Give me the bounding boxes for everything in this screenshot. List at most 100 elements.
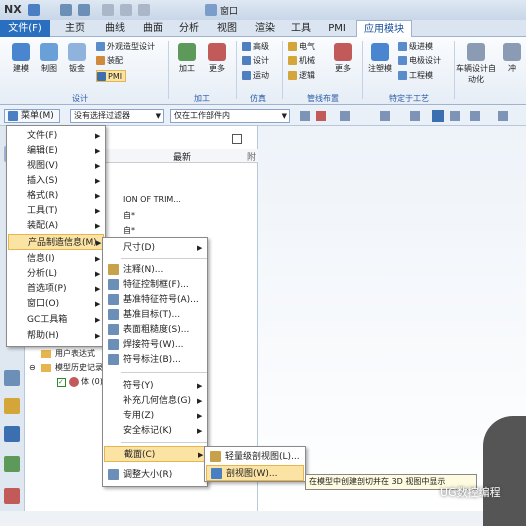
web-browser-icon[interactable] xyxy=(4,488,20,504)
role-icon[interactable] xyxy=(4,398,20,414)
engineering-die-button[interactable]: 工程模 xyxy=(398,70,433,82)
modeling-button[interactable]: 建模 xyxy=(8,43,34,74)
menu-item-fcf[interactable]: 特征控制框(F)... xyxy=(103,277,207,293)
model-part[interactable] xyxy=(483,416,526,526)
menu-item-surface-finish[interactable]: 表面粗糙度(S)... xyxy=(103,322,207,338)
menu-item-gc-toolkit[interactable]: GC工具箱 ▶ xyxy=(7,312,105,328)
tab-tools[interactable]: 工具 xyxy=(286,20,316,37)
menu-item-datum-feature[interactable]: 基准特征符号(A)... xyxy=(103,292,207,308)
menu-item-note[interactable]: 注释(N)... xyxy=(103,262,207,278)
tab-curve[interactable]: 曲线 xyxy=(98,20,132,37)
menu-item-light-section[interactable]: 轻量级剖视图(L)... xyxy=(205,449,305,465)
drafting-button[interactable]: 制图 xyxy=(36,43,62,74)
motion-button[interactable]: 运动 xyxy=(242,70,269,82)
menu-item-information[interactable]: 信息(I) ▶ xyxy=(7,251,105,267)
stamping-button[interactable]: 冲 xyxy=(500,43,524,74)
menu-item-assembly[interactable]: 装配(A) ▶ xyxy=(7,218,105,234)
tree-user-expressions[interactable]: 用户表达式 xyxy=(55,348,95,359)
menu-item-preferences[interactable]: 首选项(P) ▶ xyxy=(7,281,105,297)
sheetmetal-button[interactable]: 钣金 xyxy=(64,43,90,74)
tree-row[interactable]: 自* xyxy=(123,210,135,221)
tab-home[interactable]: 主页 xyxy=(60,20,90,37)
point-icon[interactable] xyxy=(340,111,350,121)
line-icon[interactable] xyxy=(450,111,460,121)
pmi-button[interactable]: PMI xyxy=(96,70,127,82)
selection-filter-dropdown[interactable]: 没有选择过滤器 ▼ xyxy=(70,109,164,123)
checkbox-icon[interactable]: ✓ xyxy=(57,378,66,387)
design-sim-button[interactable]: 设计 xyxy=(242,55,269,67)
menu-item-analysis[interactable]: 分析(L) ▶ xyxy=(7,266,105,282)
menu-item-format[interactable]: 格式(R) ▶ xyxy=(7,188,105,204)
menu-item-tools[interactable]: 工具(T) ▶ xyxy=(7,203,105,219)
shape-studio-button[interactable]: 外观造型设计 xyxy=(96,41,155,53)
menu-item-symbol[interactable]: 符号(Y) ▶ xyxy=(103,378,207,394)
menu-item-view[interactable]: 视图(V) ▶ xyxy=(7,158,105,174)
paste-icon[interactable] xyxy=(138,4,150,16)
menu-item-pmi[interactable]: 产品制造信息(M) ▶ xyxy=(8,234,104,250)
tree-row-trim[interactable]: ION OF TRIM... xyxy=(123,195,181,204)
tab-render[interactable]: 渲染 xyxy=(248,20,282,37)
redo-icon[interactable] xyxy=(78,4,90,16)
menu-item-file[interactable]: 文件(F) ▶ xyxy=(7,128,105,144)
tab-surface[interactable]: 曲面 xyxy=(136,20,170,37)
tangent-icon[interactable] xyxy=(498,111,508,121)
menu-item-section-view[interactable]: 剖视图(W)... xyxy=(206,465,304,481)
menu-item-specialized[interactable]: 专用(Z) ▶ xyxy=(103,408,207,424)
datum-target-icon xyxy=(108,309,119,320)
menu-item-edit[interactable]: 编辑(E) ▶ xyxy=(7,143,105,159)
tree-expand-icon[interactable]: ⊖ xyxy=(29,363,36,372)
electrical-button[interactable]: 电气 xyxy=(288,41,315,53)
tree-row[interactable]: 自* xyxy=(123,225,135,236)
face-icon[interactable] xyxy=(410,111,420,121)
menu-item-security[interactable]: 安全标记(K) ▶ xyxy=(103,423,207,439)
selection-scope-dropdown[interactable]: 仅在工作部件内 ▼ xyxy=(170,109,290,123)
nx-logo: NX xyxy=(4,3,22,16)
cut-icon[interactable] xyxy=(102,4,114,16)
grid-icon[interactable] xyxy=(432,110,444,122)
filter-icon[interactable] xyxy=(316,111,326,121)
menu-item-resize[interactable]: 调整大小(R) xyxy=(103,467,207,483)
curve-icon[interactable] xyxy=(380,111,390,121)
history-icon[interactable] xyxy=(4,370,20,386)
progressive-die-button[interactable]: 级进模 xyxy=(398,41,433,53)
copy-icon[interactable] xyxy=(120,4,132,16)
snap-icon[interactable] xyxy=(300,111,310,121)
advanced-sim-button[interactable]: 高级 xyxy=(242,41,269,53)
more-routing-button[interactable]: 更多 xyxy=(330,43,356,74)
assembly-button[interactable]: 装配 xyxy=(96,55,123,67)
vehicle-design-button[interactable]: 车辆设计自动化 xyxy=(456,43,496,85)
mold-button[interactable]: 注塑模 xyxy=(366,43,394,74)
tab-pmi[interactable]: PMI xyxy=(322,20,352,37)
more-process-button[interactable]: 更多 xyxy=(204,43,230,74)
mechanical-button[interactable]: 机械 xyxy=(288,55,315,67)
menu-item-window[interactable]: 窗口(O) ▶ xyxy=(7,296,105,312)
save-icon[interactable] xyxy=(28,4,40,16)
column-latest: 最新 xyxy=(173,153,192,163)
arc-icon[interactable] xyxy=(470,111,480,121)
chevron-right-icon: ▶ xyxy=(197,244,203,252)
window-icon[interactable] xyxy=(205,4,217,16)
electrode-button[interactable]: 电极设计 xyxy=(398,55,441,67)
menu-item-section[interactable]: 截面(C) ▶ xyxy=(104,446,206,462)
logical-button[interactable]: 逻辑 xyxy=(288,70,315,82)
menu-item-supplemental[interactable]: 补充几何信息(G) ▶ xyxy=(103,393,207,409)
menu-item-balloon[interactable]: 符号标注(B)... xyxy=(103,352,207,368)
undo-icon[interactable] xyxy=(60,4,72,16)
process-studio-icon[interactable] xyxy=(4,456,20,472)
tab-application[interactable]: 应用模块 xyxy=(356,20,412,37)
tab-file[interactable]: 文件(F) xyxy=(0,20,50,37)
window-menu[interactable]: 窗口 xyxy=(220,4,238,17)
knowledge-icon[interactable] xyxy=(4,426,20,442)
panel-restore-icon[interactable] xyxy=(232,134,242,144)
menu-item-dimension[interactable]: 尺寸(D) ▶ xyxy=(103,240,207,256)
menu-item-help[interactable]: 帮助(H) ▶ xyxy=(7,328,105,344)
menu-button[interactable]: 菜单(M) xyxy=(4,109,60,123)
tree-body[interactable]: 体 (0) xyxy=(81,376,103,387)
manufacturing-button[interactable]: 加工 xyxy=(174,43,200,74)
tab-analysis[interactable]: 分析 xyxy=(172,20,206,37)
tab-view[interactable]: 视图 xyxy=(210,20,244,37)
menu-item-weld-symbol[interactable]: 焊接符号(W)... xyxy=(103,337,207,353)
tree-model-history[interactable]: 模型历史记录 xyxy=(55,362,103,373)
menu-item-datum-target[interactable]: 基准目标(T)... xyxy=(103,307,207,323)
menu-item-insert[interactable]: 插入(S) ▶ xyxy=(7,173,105,189)
